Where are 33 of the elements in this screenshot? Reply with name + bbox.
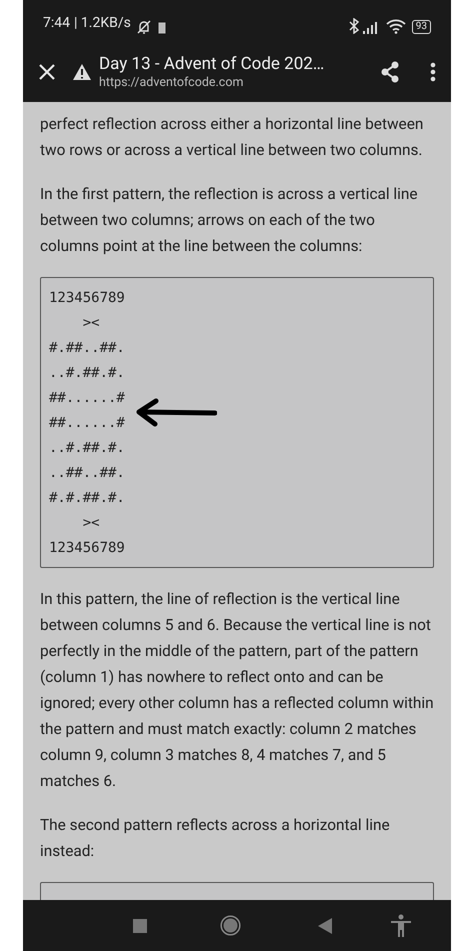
close-icon[interactable] [38, 63, 56, 81]
code-line: ##......# [49, 414, 125, 433]
code-line: #.#.##.#. [49, 489, 125, 508]
article-paragraph: perfect reflection across either a horizontal line between two rows or across a vertical line between two columns. [40, 114, 424, 161]
recents-icon[interactable] [133, 918, 147, 932]
article-paragraph: The second pattern reflects across a horizontal line instead: [40, 815, 391, 862]
signal-icon [362, 22, 380, 34]
back-icon[interactable] [318, 918, 332, 934]
code-line: >< [82, 514, 100, 533]
warning-icon [72, 63, 92, 81]
article-paragraph: In the first pattern, the reflection is across a vertical line between two columns; arrows on each of the two columns point at the line between the columns: [40, 184, 419, 257]
page-url: https://adventofcode.com [99, 74, 244, 90]
code-line: ##......# [49, 389, 125, 408]
muted-bell-icon [136, 20, 152, 34]
home-icon[interactable] [220, 915, 241, 936]
article-paragraph: In this pattern, the line of reflection is the vertical line between columns 5 and 6. Because the vertical line is not perfectly in the middle of the pattern, part of the pattern (column 1) has nowhere to reflect onto and can be ignored; every other column has a reflected column within the pattern and must match exactly: column 2 matches column 9, column 3 matches 8, 4 matches 7, and 5 matches 6. [40, 589, 434, 792]
page-title: Day 13 - Advent of Code 202… [99, 54, 324, 74]
network-speed-text: | 1.2KB/s [74, 14, 131, 33]
sim-icon [158, 22, 166, 34]
code-line: 123456789 [49, 539, 125, 558]
battery-indicator: 93 [412, 20, 431, 34]
clock-text: 7:44 [43, 14, 70, 33]
bluetooth-icon [348, 18, 359, 34]
code-line: ..##..##. [49, 464, 125, 483]
code-line: #.##..##. [49, 339, 125, 358]
wifi-icon [386, 19, 406, 34]
code-line: ..#.##.#. [49, 364, 125, 383]
code-line: ..#.##.#. [49, 439, 125, 458]
more-options-icon[interactable] [430, 62, 436, 82]
share-icon[interactable] [380, 61, 400, 83]
code-line: 123456789 [49, 289, 125, 308]
accessibility-icon[interactable] [390, 914, 412, 938]
code-line: >< [82, 314, 100, 333]
